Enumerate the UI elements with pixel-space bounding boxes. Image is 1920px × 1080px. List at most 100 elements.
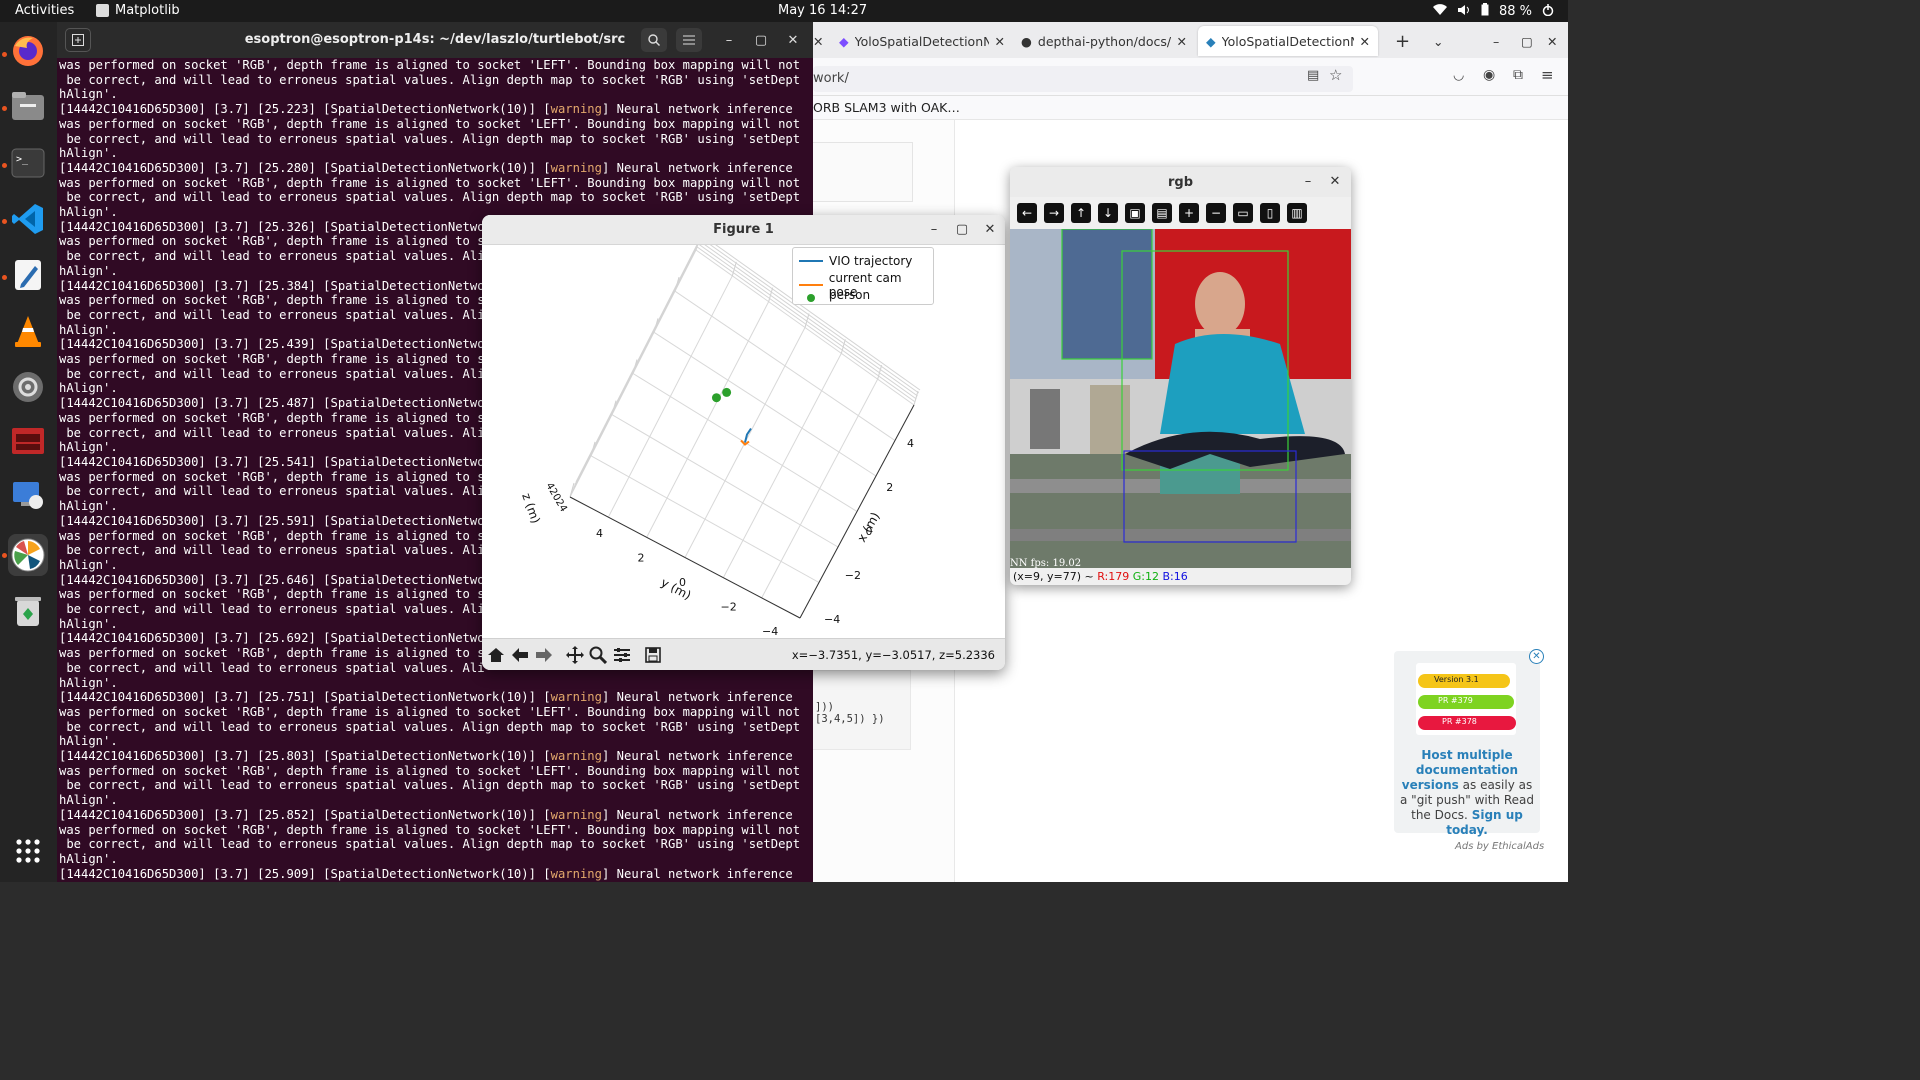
terminal-text: hAlign'. (59, 263, 118, 278)
pan-icon[interactable] (564, 644, 586, 666)
close-icon[interactable]: ✕ (780, 28, 806, 52)
x-axis-line (799, 404, 915, 619)
tab-yolo-2[interactable]: ◆ YoloSpatialDetectionNet ✕ (1198, 26, 1378, 56)
minimize-icon[interactable]: – (1485, 26, 1507, 56)
extensions-icon[interactable]: ⧉ (1513, 67, 1523, 83)
maximize-icon[interactable]: ▢ (953, 221, 971, 239)
legend-swatch-line (799, 284, 823, 286)
back-arrow-icon[interactable] (509, 644, 531, 666)
red-value: R:179 (1097, 570, 1130, 583)
matplotlib-icon[interactable] (8, 534, 48, 576)
vscode-icon[interactable] (9, 200, 47, 238)
code-line: ])) (815, 701, 834, 713)
terminal-text: was performed on socket 'RGB', depth fra… (59, 763, 801, 778)
settings-icon[interactable] (9, 368, 47, 406)
account-icon[interactable]: ◉ (1483, 67, 1495, 83)
close-ad-icon[interactable]: ✕ (1529, 649, 1544, 664)
tab-depthai-docs[interactable]: ● depthai-python/docs/sou ✕ (1013, 26, 1195, 56)
vlc-icon[interactable] (9, 312, 47, 350)
reader-view-icon[interactable]: ▤ (1307, 68, 1319, 83)
pan-down-icon[interactable]: ↓ (1098, 203, 1118, 223)
wifi-icon (1432, 3, 1447, 20)
ad-text[interactable]: Host multiple documentation versions as … (1400, 748, 1534, 838)
minimize-icon[interactable]: – (716, 28, 742, 52)
figure-titlebar[interactable]: Figure 1 – ▢ ✕ (482, 215, 1005, 245)
pan-left-icon[interactable]: ← (1017, 203, 1037, 223)
files-icon[interactable] (9, 87, 47, 125)
app-menu[interactable]: Matplotlib (96, 3, 180, 18)
hamburger-menu-icon[interactable] (676, 28, 702, 52)
tab-close-icon[interactable]: ✕ (1177, 34, 1187, 49)
zoom-fit-icon[interactable]: ▣ (1125, 203, 1145, 223)
log-suffix: ] Neural network inference (602, 690, 793, 705)
volume-icon (1457, 4, 1471, 20)
new-tab-button[interactable]: + (1387, 26, 1418, 56)
ad-attribution[interactable]: Ads by EthicalAds (1455, 841, 1544, 852)
rgb-preview-window[interactable]: rgb – ✕ ← → ↑ ↓ ▣ ▤ + − ▭ ▯ ▥ NN fps: 19… (1010, 167, 1351, 585)
ethical-ad[interactable]: ✕ Version 3.1 PR #379 PR #378 Host multi… (1394, 649, 1544, 837)
save-icon[interactable] (642, 644, 664, 666)
minimize-icon[interactable]: – (925, 221, 943, 239)
screen-app-icon[interactable] (9, 422, 47, 460)
tab-yolo-1[interactable]: ◆ YoloSpatialDetectionNet ✕ (831, 26, 1013, 56)
blue-value: B:16 (1162, 570, 1188, 583)
code-snippet: ])) [3,4,5]) }) (813, 670, 911, 750)
close-icon[interactable]: ✕ (981, 221, 999, 239)
minimize-icon[interactable]: – (1299, 173, 1317, 191)
configure-subplots-icon[interactable] (611, 644, 633, 666)
app-grid-icon[interactable] (9, 832, 47, 870)
terminal-line: be correct, and will lead to erroneus sp… (59, 190, 813, 205)
tab-close-icon[interactable]: ✕ (813, 26, 828, 56)
terminal-text: was performed on socket 'RGB', depth fra… (59, 587, 485, 602)
url-bar[interactable]: work/ (813, 66, 1353, 92)
terminal-text: was performed on socket 'RGB', depth fra… (59, 704, 801, 719)
matplotlib-figure-window[interactable]: Figure 1 – ▢ ✕ 4 2 0 −2 −4 4 2 0 −2 −4 x (m) y (m… (482, 215, 1005, 670)
tab-close-icon[interactable]: ✕ (1360, 34, 1370, 49)
maximize-icon[interactable]: ▢ (748, 28, 774, 52)
pan-right-icon[interactable]: → (1044, 203, 1064, 223)
remote-desktop-icon[interactable] (9, 476, 47, 514)
rgb-titlebar[interactable]: rgb – ✕ (1010, 167, 1351, 197)
list-tabs-icon[interactable]: ⌄ (1425, 26, 1451, 56)
text-editor-icon[interactable] (9, 256, 47, 294)
terminal-titlebar[interactable]: esoptron@esoptron-p14s: ~/dev/laszlo/tur… (57, 22, 813, 58)
restore-icon[interactable]: ▢ (1513, 26, 1541, 56)
properties-icon[interactable]: ▥ (1287, 203, 1307, 223)
cursor-coordinate-readout: x=−3.7351, y=−3.0517, z=5.2336 (791, 648, 995, 662)
bookmark-orb-slam3[interactable]: ORB SLAM3 with OAK… (813, 100, 960, 115)
tab-close-icon[interactable]: ✕ (995, 34, 1005, 49)
person-marker (711, 393, 721, 403)
zoom-in-icon[interactable]: + (1179, 203, 1199, 223)
clock[interactable]: May 16 14:27 (778, 3, 867, 18)
pocket-icon[interactable]: ◡ (1453, 68, 1464, 83)
terminal-line: was performed on socket 'RGB', depth fra… (59, 58, 813, 73)
terminal-icon[interactable]: >_ (9, 144, 47, 182)
zoom-original-icon[interactable]: ▤ (1152, 203, 1172, 223)
terminal-text: hAlign'. (59, 146, 118, 161)
save-image-icon[interactable]: ▭ (1233, 203, 1253, 223)
terminal-text: hAlign'. (59, 499, 118, 514)
terminal-text: be correct, and will lead to erroneus sp… (59, 425, 485, 440)
system-tray[interactable]: 88 % (1432, 3, 1554, 20)
firefox-icon[interactable] (9, 32, 47, 70)
tab-label: depthai-python/docs/sou (1037, 33, 1171, 49)
bookmark-star-icon[interactable]: ☆ (1329, 66, 1342, 84)
close-icon[interactable]: ✕ (1539, 26, 1565, 56)
search-icon[interactable] (641, 28, 667, 52)
pan-up-icon[interactable]: ↑ (1071, 203, 1091, 223)
log-level: warning (550, 160, 602, 175)
battery-percent: 88 % (1498, 4, 1532, 19)
trash-icon[interactable] (9, 592, 47, 630)
copy-clipboard-icon[interactable]: ▯ (1260, 203, 1280, 223)
activities-button[interactable]: Activities (15, 3, 74, 18)
menu-icon[interactable]: ≡ (1541, 66, 1554, 84)
terminal-text: hAlign'. (59, 734, 118, 749)
y-tick-label: 4 (596, 527, 603, 540)
running-indicator (2, 163, 7, 168)
home-icon[interactable] (485, 644, 507, 666)
camera-frame[interactable]: NN fps: 19.02 (1010, 229, 1351, 568)
zoom-icon[interactable] (587, 644, 609, 666)
close-icon[interactable]: ✕ (1326, 173, 1344, 191)
forward-arrow-icon[interactable] (533, 644, 555, 666)
zoom-out-icon[interactable]: − (1206, 203, 1226, 223)
